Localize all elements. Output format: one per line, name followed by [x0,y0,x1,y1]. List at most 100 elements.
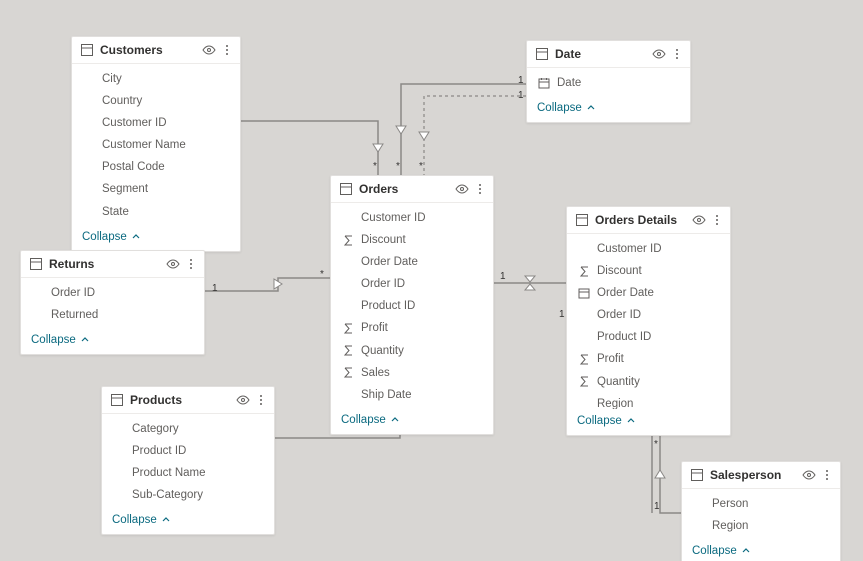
collapse-link[interactable]: Collapse [527,96,690,122]
field[interactable]: Customer ID [72,112,240,134]
field[interactable]: Product ID [102,440,274,462]
table-customers[interactable]: Customers City Country Customer ID Custo… [71,36,241,252]
sigma-icon [577,266,591,277]
more-icon[interactable] [672,47,682,61]
card-returns-1: 1 [212,284,218,294]
field-list: Customer ID Discount Order Date Order ID… [331,203,493,408]
field[interactable]: Quantity [567,371,730,393]
table-header[interactable]: Returns [21,251,204,278]
rel-customers-orders[interactable] [241,121,378,175]
field[interactable]: Segment [72,178,240,200]
field[interactable]: Region [567,393,730,409]
field[interactable]: Order ID [331,273,493,295]
table-title: Date [555,47,646,61]
field[interactable]: Region [682,515,840,537]
collapse-link[interactable]: Collapse [682,539,840,561]
field[interactable]: Category [102,418,274,440]
field[interactable]: Order Date [331,251,493,273]
rel-returns-orders[interactable] [205,278,330,291]
table-header[interactable]: Orders [331,176,493,203]
diagram-canvas[interactable]: 1 * 1 1 * * 1 * 1 * 1 1 * 1 Customers Ci… [0,0,863,561]
field[interactable]: Sub-Category [102,484,274,506]
table-icon [339,182,353,196]
field[interactable]: Order ID [567,304,730,326]
more-icon[interactable] [822,468,832,482]
table-header[interactable]: Customers [72,37,240,64]
table-icon [110,393,124,407]
more-icon[interactable] [222,43,232,57]
field[interactable]: Profit [331,317,493,339]
table-header[interactable]: Products [102,387,274,414]
card-date-1a: 1 [518,76,524,86]
card-ordersdetails-star: * [654,440,658,450]
field[interactable]: Ship Date [331,384,493,406]
table-title: Customers [100,43,196,57]
field[interactable]: City [72,68,240,90]
chevron-up-icon [131,232,141,242]
field[interactable]: Quantity [331,340,493,362]
field[interactable]: Product Name [102,462,274,484]
field[interactable]: Order ID [21,282,204,304]
chevron-up-icon [390,415,400,425]
field[interactable]: Customer Name [72,134,240,156]
collapse-link[interactable]: Collapse [567,409,730,435]
field[interactable]: Profit [567,348,730,370]
table-returns[interactable]: Returns Order ID Returned Collapse [20,250,205,355]
field[interactable]: Product ID [331,295,493,317]
visibility-icon[interactable] [166,257,180,271]
visibility-icon[interactable] [802,468,816,482]
rel-date-orders-inactive[interactable] [424,96,526,175]
field[interactable]: Postal Code [72,156,240,178]
visibility-icon[interactable] [455,182,469,196]
field[interactable]: Sales [331,362,493,384]
table-title: Orders Details [595,213,686,227]
card-orders-star-2: * [396,162,400,172]
visibility-icon[interactable] [202,43,216,57]
field[interactable]: Product ID [567,326,730,348]
collapse-link[interactable]: Collapse [331,408,493,434]
field[interactable]: Customer ID [567,238,730,260]
field-list: City Country Customer ID Customer Name P… [72,64,240,225]
table-salesperson[interactable]: Salesperson Person Region Collapse [681,461,841,561]
visibility-icon[interactable] [236,393,250,407]
table-header[interactable]: Orders Details [567,207,730,234]
collapse-link[interactable]: Collapse [21,328,204,354]
field[interactable]: Country [72,90,240,112]
field[interactable]: Person [682,493,840,515]
collapse-link[interactable]: Collapse [72,225,240,251]
field[interactable]: Returned [21,304,204,326]
card-orders-1: 1 [500,272,506,282]
field[interactable]: Customer ID [331,207,493,229]
card-orders-star-3: * [419,162,423,172]
collapse-link[interactable]: Collapse [102,508,274,534]
more-icon[interactable] [256,393,266,407]
date-icon [537,77,551,89]
field[interactable]: Date [527,72,690,94]
more-icon[interactable] [475,182,485,196]
table-date[interactable]: Date Date Collapse [526,40,691,123]
card-orders-star-4: * [320,270,324,280]
visibility-icon[interactable] [652,47,666,61]
sigma-icon [577,376,591,387]
visibility-icon[interactable] [692,213,706,227]
field[interactable]: Order Date [567,282,730,304]
chevron-up-icon [80,335,90,345]
more-icon[interactable] [186,257,196,271]
table-title: Returns [49,257,160,271]
chevron-up-icon [586,103,596,113]
field[interactable]: Discount [567,260,730,282]
table-orders-details[interactable]: Orders Details Customer ID Discount Orde… [566,206,731,436]
table-header[interactable]: Date [527,41,690,68]
more-icon[interactable] [712,213,722,227]
table-icon [575,213,589,227]
field-list: Order ID Returned [21,278,204,328]
sigma-icon [341,323,355,334]
table-icon [80,43,94,57]
table-products[interactable]: Products Category Product ID Product Nam… [101,386,275,535]
field[interactable]: Discount [331,229,493,251]
chevron-up-icon [741,546,751,556]
table-header[interactable]: Salesperson [682,462,840,489]
table-orders[interactable]: Orders Customer ID Discount Order Date O… [330,175,494,435]
field[interactable]: State [72,201,240,223]
card-orders-star-1: * [373,162,377,172]
